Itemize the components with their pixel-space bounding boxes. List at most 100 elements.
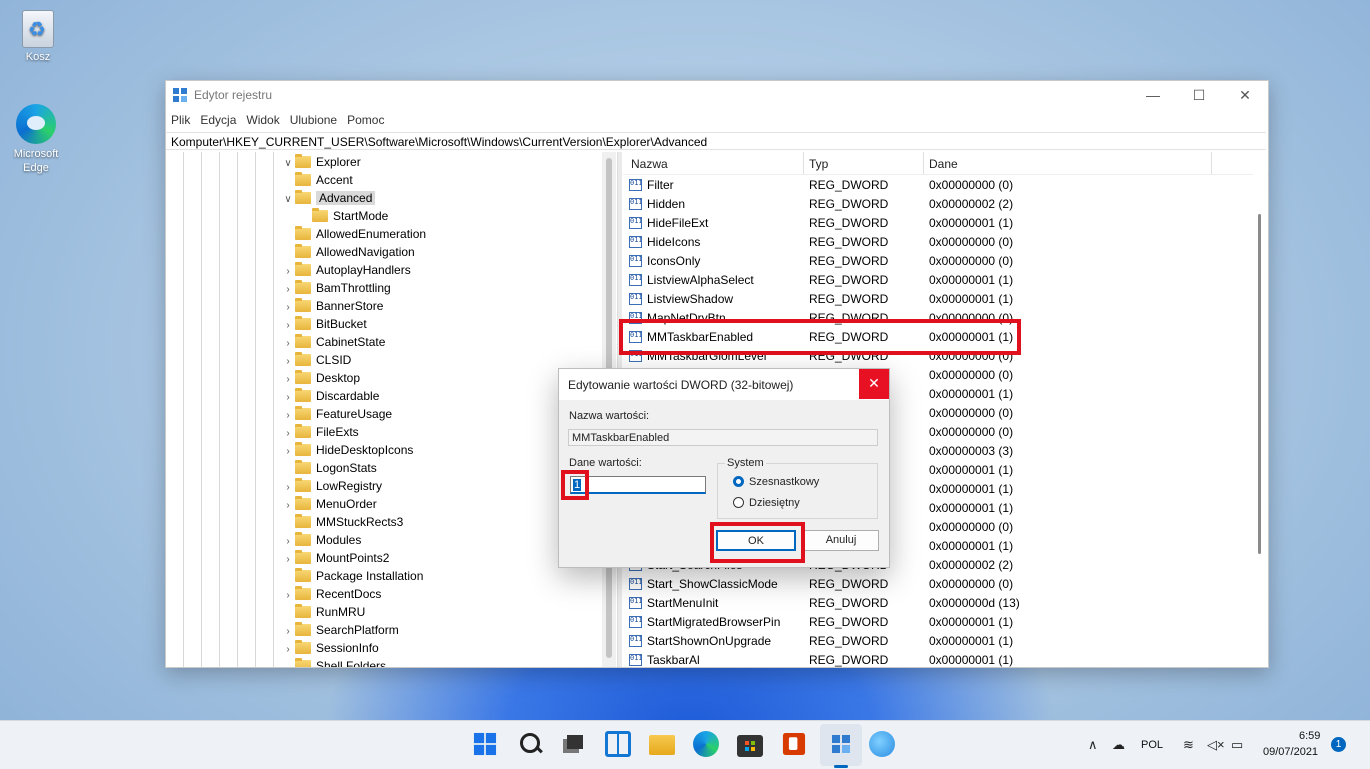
tree-item[interactable]: Shell Folders bbox=[281, 657, 386, 667]
wifi-icon[interactable]: ≋ bbox=[1183, 737, 1194, 753]
battery-icon[interactable]: ▭ bbox=[1231, 737, 1243, 753]
tree-item[interactable]: › Modules bbox=[281, 531, 361, 549]
radio-decimal-label[interactable]: Dziesiętny bbox=[749, 497, 800, 509]
maximize-button[interactable]: ☐ bbox=[1176, 85, 1222, 107]
column-header-name[interactable]: Nazwa bbox=[631, 157, 668, 171]
value-type: REG_DWORD bbox=[809, 292, 889, 306]
tree-item[interactable]: › LowRegistry bbox=[281, 477, 382, 495]
value-row[interactable]: 011 StartMigratedBrowserPin REG_DWORD 0x000… bbox=[623, 613, 1243, 632]
tree-item[interactable]: › CLSID bbox=[281, 351, 351, 369]
list-scroll-thumb[interactable] bbox=[1258, 214, 1261, 554]
tree-item[interactable]: Accent bbox=[281, 171, 353, 189]
key-tree[interactable]: ∨ Explorer Accent ∨ Advanced StartMode Allowed… bbox=[166, 152, 618, 667]
column-separator[interactable] bbox=[923, 152, 924, 174]
tree-item-label: FeatureUsage bbox=[316, 407, 393, 421]
tree-item[interactable]: › MenuOrder bbox=[281, 495, 377, 513]
value-row[interactable]: 011 ListviewShadow REG_DWORD 0x00000001 (1) bbox=[623, 290, 1243, 309]
tree-item[interactable]: LogonStats bbox=[281, 459, 377, 477]
value-row[interactable]: 011 Filter REG_DWORD 0x00000000 (0) bbox=[623, 176, 1243, 195]
dialog-close-button[interactable]: ✕ bbox=[859, 369, 889, 399]
notification-badge[interactable]: 1 bbox=[1331, 737, 1346, 752]
value-name: StartShownOnUpgrade bbox=[647, 634, 772, 648]
tree-item[interactable]: AllowedEnumeration bbox=[281, 225, 426, 243]
value-row[interactable]: 011 IconsOnly REG_DWORD 0x00000000 (0) bbox=[623, 252, 1243, 271]
menu-file[interactable]: Plik bbox=[166, 110, 195, 130]
tree-item[interactable]: AllowedNavigation bbox=[281, 243, 415, 261]
start-icon[interactable] bbox=[473, 732, 497, 756]
widgets-icon[interactable] bbox=[605, 731, 631, 757]
tree-item[interactable]: ∨ Explorer bbox=[281, 153, 361, 171]
tree-item[interactable]: › BamThrottling bbox=[281, 279, 391, 297]
column-separator[interactable] bbox=[803, 152, 804, 174]
tree-item-label: CabinetState bbox=[316, 335, 386, 349]
desktop-icon-recycle-bin[interactable]: Kosz bbox=[8, 10, 68, 63]
value-row[interactable]: 011 HideFileExt REG_DWORD 0x00000001 (1) bbox=[623, 214, 1243, 233]
value-row[interactable]: 011 StartMenuInit REG_DWORD 0x0000000d (13) bbox=[623, 594, 1243, 613]
tree-item[interactable]: StartMode bbox=[298, 207, 388, 225]
tree-item[interactable]: › FileExts bbox=[281, 423, 359, 441]
value-row[interactable]: 011 ListviewAlphaSelect REG_DWORD 0x0000000… bbox=[623, 271, 1243, 290]
menu-help[interactable]: Pomoc bbox=[342, 110, 389, 130]
list-scrollbar[interactable] bbox=[1253, 174, 1267, 664]
tree-item[interactable]: › FeatureUsage bbox=[281, 405, 392, 423]
clock-time[interactable]: 6:59 bbox=[1299, 730, 1320, 742]
tree-item[interactable]: › SessionInfo bbox=[281, 639, 379, 657]
value-name-label: Nazwa wartości: bbox=[569, 410, 650, 422]
value-type: REG_DWORD bbox=[809, 235, 889, 249]
column-header-data[interactable]: Dane bbox=[929, 157, 958, 171]
tree-item[interactable]: › HideDesktopIcons bbox=[281, 441, 413, 459]
tree-item[interactable]: Package Installation bbox=[281, 567, 423, 585]
value-row[interactable]: 011 TaskbarAl REG_DWORD 0x00000001 (1) bbox=[623, 651, 1243, 667]
file-explorer-icon[interactable] bbox=[649, 735, 675, 755]
tree-item[interactable]: › BannerStore bbox=[281, 297, 383, 315]
menu-edit[interactable]: Edycja bbox=[195, 110, 241, 130]
task-view-icon[interactable] bbox=[561, 731, 587, 757]
tray-overflow-chevron-icon[interactable]: ∧ bbox=[1088, 737, 1098, 753]
tree-item[interactable]: RunMRU bbox=[281, 603, 365, 621]
close-button[interactable]: ✕ bbox=[1222, 85, 1268, 107]
tree-item[interactable]: › SearchPlatform bbox=[281, 621, 399, 639]
clock-date[interactable]: 09/07/2021 bbox=[1263, 746, 1318, 758]
tree-item[interactable]: › CabinetState bbox=[281, 333, 385, 351]
address-bar[interactable]: Komputer\HKEY_CURRENT_USER\Software\Micr… bbox=[166, 132, 1266, 150]
tree-item[interactable]: › Discardable bbox=[281, 387, 379, 405]
store-icon[interactable] bbox=[737, 735, 763, 757]
menu-view[interactable]: Widok bbox=[241, 110, 284, 130]
tree-item[interactable]: › BitBucket bbox=[281, 315, 367, 333]
tree-item[interactable]: › MountPoints2 bbox=[281, 549, 389, 567]
highlight-box-value-row bbox=[619, 319, 1021, 355]
tree-item[interactable]: MMStuckRects3 bbox=[281, 513, 403, 531]
expand-arrow-icon[interactable]: ∨ bbox=[281, 191, 295, 209]
radio-hexadecimal[interactable] bbox=[733, 476, 744, 487]
search-icon[interactable] bbox=[517, 731, 543, 757]
control-panel-icon[interactable] bbox=[869, 731, 895, 757]
desktop-icon-edge[interactable]: Microsoft Edge bbox=[6, 104, 66, 175]
radio-hexadecimal-label[interactable]: Szesnastkowy bbox=[749, 476, 819, 488]
regedit-icon[interactable] bbox=[828, 731, 854, 757]
tree-item[interactable]: › Desktop bbox=[281, 369, 360, 387]
value-data-input[interactable]: 1 bbox=[570, 476, 706, 494]
tree-item-label: StartMode bbox=[333, 209, 389, 223]
menu-favorites[interactable]: Ulubione bbox=[285, 110, 342, 130]
radio-decimal[interactable] bbox=[733, 497, 744, 508]
tree-item[interactable]: ∨ Advanced bbox=[281, 189, 376, 209]
column-separator[interactable] bbox=[1211, 152, 1212, 174]
value-row[interactable]: 011 Hidden REG_DWORD 0x00000002 (2) bbox=[623, 195, 1243, 214]
volume-muted-icon[interactable]: ◁× bbox=[1207, 737, 1225, 753]
minimize-button[interactable]: — bbox=[1130, 85, 1176, 107]
office-icon[interactable] bbox=[782, 732, 806, 756]
value-row[interactable]: 011 Start_ShowClassicMode REG_DWORD 0x00000… bbox=[623, 575, 1243, 594]
onedrive-icon[interactable]: ☁ bbox=[1112, 737, 1125, 753]
tree-item-label: FileExts bbox=[316, 425, 359, 439]
column-header-type[interactable]: Typ bbox=[809, 157, 828, 171]
cancel-button[interactable]: Anuluj bbox=[803, 530, 879, 551]
edge-icon[interactable] bbox=[693, 731, 719, 757]
tree-item[interactable]: › AutoplayHandlers bbox=[281, 261, 411, 279]
language-indicator[interactable]: POL bbox=[1141, 739, 1163, 751]
dword-value-icon: 011 bbox=[629, 597, 642, 609]
tree-item[interactable]: › RecentDocs bbox=[281, 585, 381, 603]
value-row[interactable]: 011 HideIcons REG_DWORD 0x00000000 (0) bbox=[623, 233, 1243, 252]
title-bar[interactable]: Edytor rejestru — ☐ ✕ bbox=[166, 81, 1268, 109]
value-data: 0x00000001 (1) bbox=[929, 273, 1014, 287]
value-row[interactable]: 011 StartShownOnUpgrade REG_DWORD 0x0000000… bbox=[623, 632, 1243, 651]
